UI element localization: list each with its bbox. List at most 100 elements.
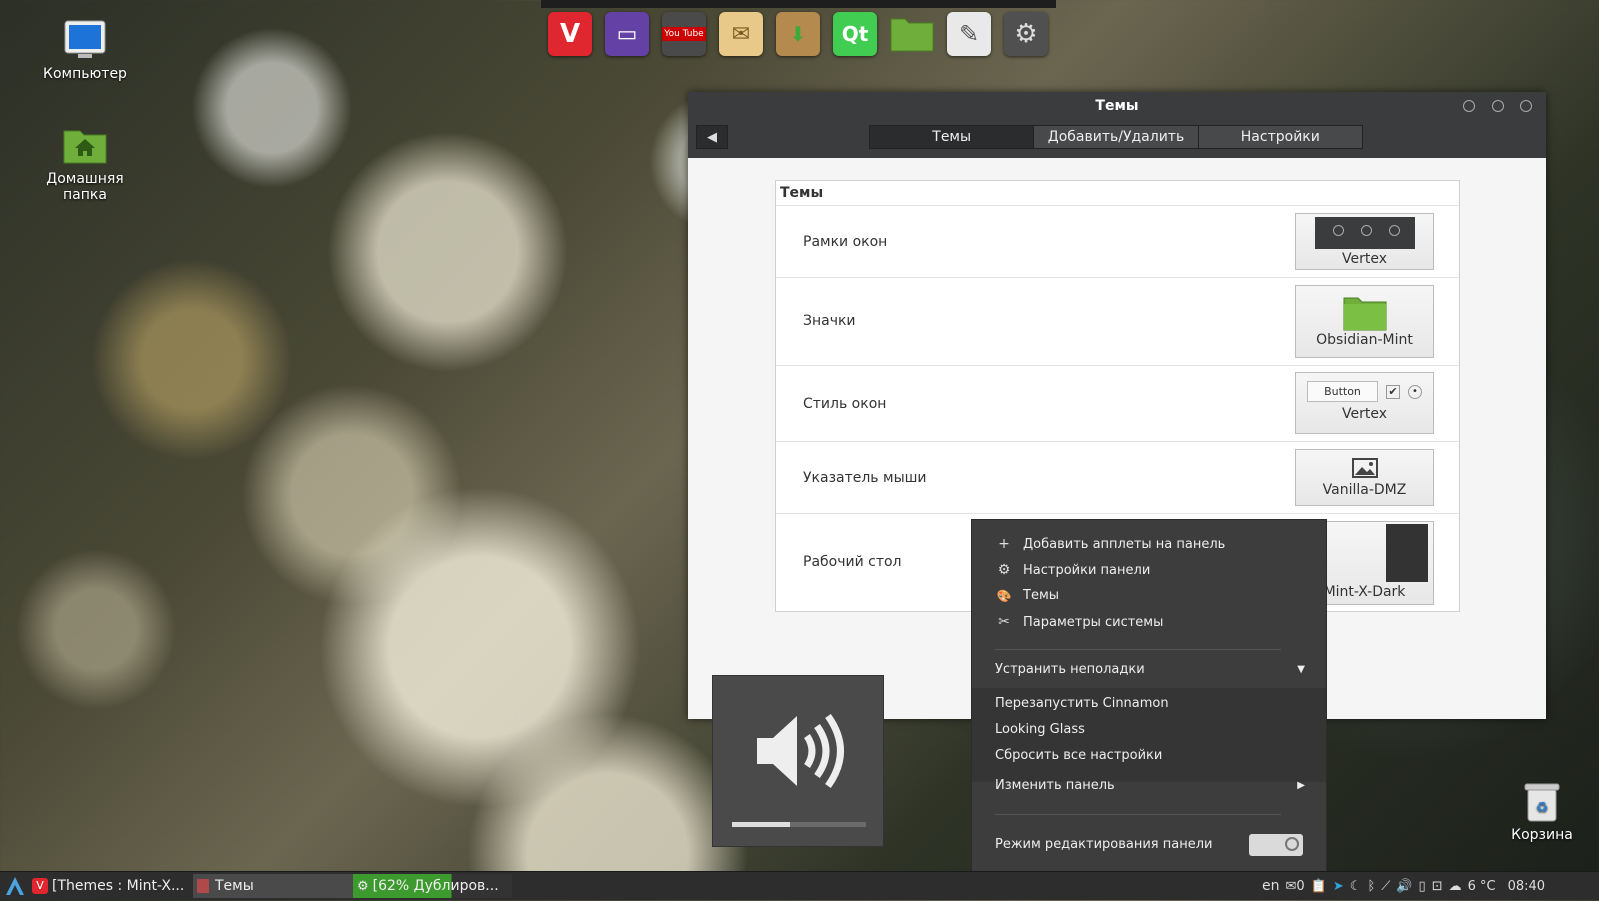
menu-item-label: Добавить апплеты на панель xyxy=(1023,536,1226,552)
checkbox-icon: ✔ xyxy=(1385,384,1400,399)
menu-item-themes[interactable]: 🎨 Темы xyxy=(995,588,1060,603)
menu-separator xyxy=(995,649,1281,650)
task-themes[interactable]: Темы xyxy=(193,874,353,898)
gear-icon: ⚙ xyxy=(357,878,369,894)
desktop-preview xyxy=(1386,524,1428,582)
section-title: Темы xyxy=(780,185,824,201)
tab-themes[interactable]: Темы xyxy=(870,126,1035,148)
task-duplicity[interactable]: ⚙ [62% Дублиров... xyxy=(353,874,512,898)
task-label: [62% Дублиров... xyxy=(372,878,499,894)
dock: V ▭ You Tube ✉ ⬇ Qt ✎ ⚙ xyxy=(541,0,1056,60)
package-installer-icon[interactable]: ⬇ xyxy=(776,12,820,56)
desktop-icon-label: Домашняя папка xyxy=(46,171,124,203)
titlebar-preview xyxy=(1314,217,1415,249)
bluetooth-icon[interactable]: ᛒ xyxy=(1367,879,1375,894)
clipboard-icon[interactable]: 📋 xyxy=(1311,879,1327,894)
desktop-icon-label: Компьютер xyxy=(43,66,127,82)
back-button[interactable]: ◀ xyxy=(696,125,728,149)
volume-level-bar xyxy=(732,822,866,827)
folder-icon[interactable] xyxy=(890,12,934,56)
task-label: Темы xyxy=(215,878,254,894)
menu-item-panel-edit-mode: Режим редактирования панели xyxy=(995,837,1212,852)
toggle-knob xyxy=(1285,837,1299,851)
notification-count: 0 xyxy=(1296,878,1305,894)
clock[interactable]: 08:40 xyxy=(1508,879,1545,894)
vivaldi-icon[interactable]: V xyxy=(548,12,592,56)
dock-bar xyxy=(541,0,1056,8)
menu-item-label: Параметры системы xyxy=(1023,614,1164,630)
window-title: Темы xyxy=(1095,98,1139,114)
panel-edit-mode-toggle[interactable] xyxy=(1249,834,1303,856)
tab-add-remove[interactable]: Добавить/Удалить xyxy=(1034,126,1199,148)
menu-item-label: Looking Glass xyxy=(995,722,1085,737)
youtube-tv-icon[interactable]: You Tube xyxy=(662,12,706,56)
steam-icon[interactable]: ☾ xyxy=(1350,879,1362,894)
row-label: Указатель мыши xyxy=(803,470,927,486)
menu-item-label: Изменить панель xyxy=(995,778,1115,793)
home-folder-icon xyxy=(62,125,108,165)
radio-icon: • xyxy=(1407,384,1422,399)
desktop-icon-computer[interactable]: Компьютер xyxy=(25,20,145,82)
theme-row-window-borders: Рамки окон Vertex xyxy=(776,205,1459,278)
desktop-icon-trash[interactable]: ♻ Корзина xyxy=(1487,781,1597,843)
notifications-icon[interactable]: ✉ 0 xyxy=(1286,879,1305,894)
battery-icon[interactable]: ▯ xyxy=(1419,879,1426,894)
theme-name: Vanilla-DMZ xyxy=(1322,482,1407,498)
task-vivaldi[interactable]: V [Themes : Mint-X... xyxy=(32,874,190,898)
preview-button: Button xyxy=(1307,381,1378,402)
speaker-icon xyxy=(753,706,845,800)
menu-item-label: Сбросить все настройки xyxy=(995,748,1163,763)
menu-item-panel-settings[interactable]: ⚙ Настройки панели xyxy=(995,562,1151,578)
volume-icon[interactable]: 🔊 xyxy=(1396,879,1412,894)
row-label: Значки xyxy=(803,313,856,329)
svg-text:♻: ♻ xyxy=(1536,800,1549,816)
widget-preview: Button ✔ • xyxy=(1296,381,1433,402)
task-label: [Themes : Mint-X... xyxy=(52,878,185,894)
tab-settings[interactable]: Настройки xyxy=(1198,126,1362,148)
panel-context-menu: + Добавить апплеты на панель ⚙ Настройки п… xyxy=(971,519,1327,873)
gtk-theme-button[interactable]: Button ✔ • Vertex xyxy=(1295,372,1434,434)
weather-temperature[interactable]: 6 °C xyxy=(1468,879,1496,894)
menu-item-troubleshoot[interactable]: Устранить неполадки ▼ xyxy=(995,662,1305,677)
menu-item-system-settings[interactable]: ✂ Параметры системы xyxy=(995,614,1163,630)
text-editor-icon[interactable]: ✎ xyxy=(947,12,991,56)
icons-theme-button[interactable]: Obsidian-Mint xyxy=(1295,285,1434,358)
twitch-icon[interactable]: ▭ xyxy=(605,12,649,56)
volume-level-fill xyxy=(732,822,790,827)
minimize-button[interactable] xyxy=(1463,100,1475,112)
menu-item-restart-cinnamon[interactable]: Перезапустить Cinnamon xyxy=(995,696,1169,711)
theme-name: Vertex xyxy=(1341,406,1387,422)
menu-button[interactable] xyxy=(4,875,26,897)
row-label: Рабочий стол xyxy=(803,554,902,570)
cursor-theme-button[interactable]: Vanilla-DMZ xyxy=(1295,449,1434,506)
computer-icon xyxy=(64,20,106,60)
telegram-icon[interactable]: ➤ xyxy=(1333,879,1344,894)
system-settings-icon[interactable]: ⚙ xyxy=(1004,12,1048,56)
menu-item-looking-glass[interactable]: Looking Glass xyxy=(995,722,1085,737)
volume-osd xyxy=(712,675,884,847)
cinnamon-menu-icon xyxy=(6,877,24,895)
menu-item-edit-panel[interactable]: Изменить панель ▶ xyxy=(995,778,1305,793)
mail-icon[interactable]: ✉ xyxy=(719,12,763,56)
weather-icon[interactable]: ☁ xyxy=(1449,879,1462,894)
menu-item-add-applets[interactable]: + Добавить апплеты на панель xyxy=(995,536,1225,552)
tools-icon: ✂ xyxy=(998,614,1010,630)
network-icon[interactable]: ⟋ xyxy=(1381,879,1390,894)
tab-bar: Темы Добавить/Удалить Настройки xyxy=(869,125,1363,149)
window-borders-button[interactable]: Vertex xyxy=(1295,213,1434,270)
gear-icon: ⚙ xyxy=(997,562,1011,578)
menu-item-reset-settings[interactable]: Сбросить все настройки xyxy=(995,748,1162,763)
row-label: Стиль окон xyxy=(803,396,887,412)
menu-item-label: Темы xyxy=(1023,588,1060,603)
desktop-icon-home-folder[interactable]: Домашняя папка xyxy=(25,125,145,203)
close-button[interactable] xyxy=(1520,100,1532,112)
maximize-button[interactable] xyxy=(1492,100,1504,112)
trash-label: Корзина xyxy=(1511,827,1573,843)
update-manager-icon[interactable]: ⊡ xyxy=(1432,879,1443,894)
menu-separator xyxy=(995,814,1281,815)
folder-icon xyxy=(1343,294,1387,332)
qt-creator-icon[interactable]: Qt xyxy=(833,12,877,56)
troubleshoot-submenu: Перезапустить Cinnamon Looking Glass Сбр… xyxy=(972,688,1326,782)
menu-item-label: Настройки панели xyxy=(1023,562,1151,578)
keyboard-layout[interactable]: en xyxy=(1262,878,1280,894)
